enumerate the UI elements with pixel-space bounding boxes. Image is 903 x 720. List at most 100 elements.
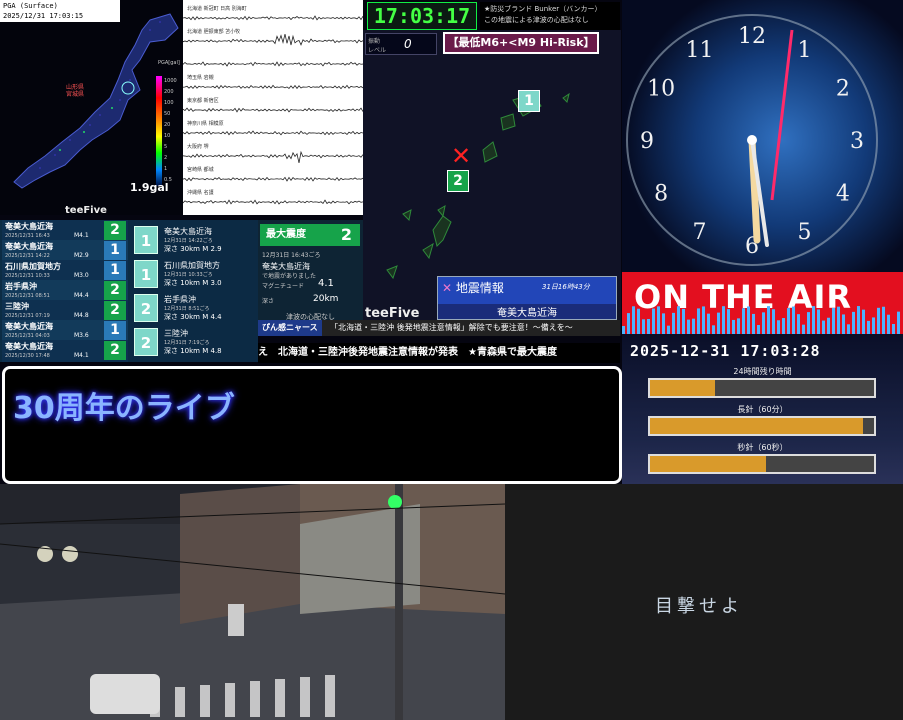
equalizer-bar xyxy=(697,308,700,334)
earthquake-info: ✕ 地震情報 31日16時43分 奄美大島近海 xyxy=(437,276,617,320)
pga-tag: 山形県 宮城県 xyxy=(66,84,84,98)
clock-numeral: 5 xyxy=(798,220,812,245)
quake-list-row: 岩手県沖 2025/12/31 08:51 M4.4 2 xyxy=(2,280,128,302)
equalizer-bar xyxy=(892,324,895,334)
equalizer-bar xyxy=(817,309,820,334)
equalizer-bar xyxy=(742,308,745,334)
equalizer-bar xyxy=(897,312,900,334)
bunker-line-2: この地震による津波の心配はなし xyxy=(484,15,616,26)
equalizer-bar xyxy=(712,325,715,334)
quake-mag: M3.0 xyxy=(74,272,89,279)
progress-fill xyxy=(650,418,863,434)
pga-tick: 1000 xyxy=(164,76,177,87)
ticker-top-text: 「北海道・三陸沖 後発地震注意情報」解除でも要注意！〜備えを〜 xyxy=(330,323,573,332)
equalizer-bar xyxy=(647,319,650,334)
station-label: 埼玉県 岩槻 xyxy=(187,74,214,81)
quake-name: 石川県加賀地方 xyxy=(5,261,61,272)
quake-name: 岩手県沖 xyxy=(5,281,37,292)
quake-detail-list: 1 奄美大島近海 12月31日 14:22ごろ 深さ 30km M 2.9 1 石川県加賀… xyxy=(130,220,258,362)
quake-detail-item: 1 奄美大島近海 12月31日 14:22ごろ 深さ 30km M 2.9 xyxy=(132,224,256,256)
equalizer-bar xyxy=(627,313,630,334)
intensity-pin-2: 2 xyxy=(447,170,469,192)
equalizer-bar xyxy=(837,307,840,334)
pga-tag-2: 宮城県 xyxy=(66,91,84,98)
waveform-trace xyxy=(183,62,363,66)
quake-name: 奄美大島近海 xyxy=(5,241,53,252)
equalizer-bar xyxy=(717,313,720,334)
equalizer-bar xyxy=(852,312,855,334)
quake-shindo: 2 xyxy=(104,341,126,360)
quake-mag: M4.4 xyxy=(74,292,89,299)
equalizer-bar xyxy=(797,314,800,334)
clock-numeral: 10 xyxy=(647,77,675,102)
witness-panel: 目撃せよ xyxy=(505,484,903,720)
stream-layout: PGA (Surface) 2025/12/31 17:03:15 山形県 宮城県… xyxy=(0,0,903,720)
equalizer-bar xyxy=(847,324,850,334)
equalizer-bar xyxy=(737,318,740,334)
equalizer-bar xyxy=(882,307,885,334)
equalizer-bar xyxy=(672,313,675,334)
max-shindo-panel: 最大震度 2 12月31日 16:43ごろ 奄美大島近海 で地震がありました マグ… xyxy=(258,220,363,312)
panel-datetime: 2025-12-31 17:03:28 xyxy=(630,342,821,360)
equalizer-bar xyxy=(622,326,625,334)
epicenter-x-icon: ✕ xyxy=(451,142,471,170)
quake-date: 2025/12/31 16:43 xyxy=(5,233,50,239)
equalizer-bar xyxy=(767,306,770,334)
digital-clock: 17:03:17 xyxy=(367,2,477,30)
analog-clock-panel: 1 2 3 4 5 6 7 8 9 10 11 12 xyxy=(622,0,903,272)
quake-name: 奄美大島近海 xyxy=(5,221,53,232)
earthquake-info-location: 奄美大島近海 xyxy=(438,304,616,319)
pga-scale-label: PGA[gal] xyxy=(158,60,180,66)
quake-detail-shindo: 1 xyxy=(134,226,158,254)
equalizer-bar xyxy=(687,320,690,334)
quake-detail-mag: 深さ 10km M 4.8 xyxy=(164,346,222,356)
quake-list: 奄美大島近海 2025/12/31 16:43 M4.1 2 奄美大島近海 2025/12… xyxy=(0,220,130,362)
equalizer-bar xyxy=(722,306,725,334)
equalizer-bar xyxy=(787,308,790,334)
equalizer-bar xyxy=(877,308,880,334)
pga-brand: teeFive xyxy=(65,205,107,215)
time-remaining-panel: 2025-12-31 17:03:28 24時間残り時間 長針（60分） 秒針（60… xyxy=(622,334,903,484)
second-hand xyxy=(772,30,792,200)
waveform-panel: 北海道 新冠町 日高 別海町 北海道 胆振東部 苫小牧 埼玉県 岩槻 東京都 新宿区神… xyxy=(183,0,363,215)
quake-detail-shindo: 2 xyxy=(134,294,158,322)
clock-numeral: 12 xyxy=(738,24,766,49)
equalizer-bar xyxy=(632,306,635,334)
on-air-panel: ON THE AIR xyxy=(622,272,903,334)
quake-mag: M3.6 xyxy=(74,332,89,339)
equalizer-bar xyxy=(677,306,680,334)
quake-list-row: 奄美大島近海 2025/12/30 17:48 M4.1 2 xyxy=(2,340,128,362)
quake-detail-date: 12月31日 14:22ごろ xyxy=(164,237,213,244)
quake-date: 2025/12/31 07:19 xyxy=(5,313,50,319)
clock-numeral: 3 xyxy=(850,129,864,154)
clock-numeral: 1 xyxy=(798,38,812,63)
progress-label: 24時間残り時間 xyxy=(622,366,903,377)
pga-tick: 20 xyxy=(164,120,177,131)
quake-shindo: 2 xyxy=(104,281,126,300)
progress-bar xyxy=(648,378,876,398)
analog-clock: 123456789101112 xyxy=(622,0,903,272)
station-label: 北海道 新冠町 日高 別海町 xyxy=(187,5,247,12)
equalizer-bar xyxy=(757,325,760,334)
max-shindo-value: 2 xyxy=(341,224,352,246)
waveform-trace xyxy=(183,108,363,112)
progress-label: 長針（60分） xyxy=(622,404,903,415)
quake-map-brand: teeFive xyxy=(365,306,419,321)
quake-detail-date: 12月31日 10:33ごろ xyxy=(164,271,213,278)
quake-shindo: 2 xyxy=(104,301,126,320)
max-shindo-header: 最大震度 2 xyxy=(260,224,360,246)
quake-mag: M4.8 xyxy=(74,312,89,319)
earthquake-info-title: ✕ 地震情報 xyxy=(442,279,504,296)
pga-header: PGA (Surface) 2025/12/31 17:03:15 xyxy=(0,0,120,22)
clock-numeral: 11 xyxy=(686,38,714,63)
quake-shindo: 2 xyxy=(104,221,126,240)
max-shindo-date: 12月31日 16:43ごろ xyxy=(262,250,320,259)
live-banner-text: 30周年のライブ xyxy=(13,383,235,427)
quake-detail-name: 岩手県沖 xyxy=(164,294,196,305)
quake-mag: M4.1 xyxy=(74,232,89,239)
quake-shindo: 1 xyxy=(104,321,126,340)
equalizer-bar xyxy=(667,326,670,334)
magnitude-value: 4.1 xyxy=(318,278,334,289)
quake-detail-name: 奄美大島近海 xyxy=(164,226,212,237)
depth-value: 20km xyxy=(313,294,338,304)
